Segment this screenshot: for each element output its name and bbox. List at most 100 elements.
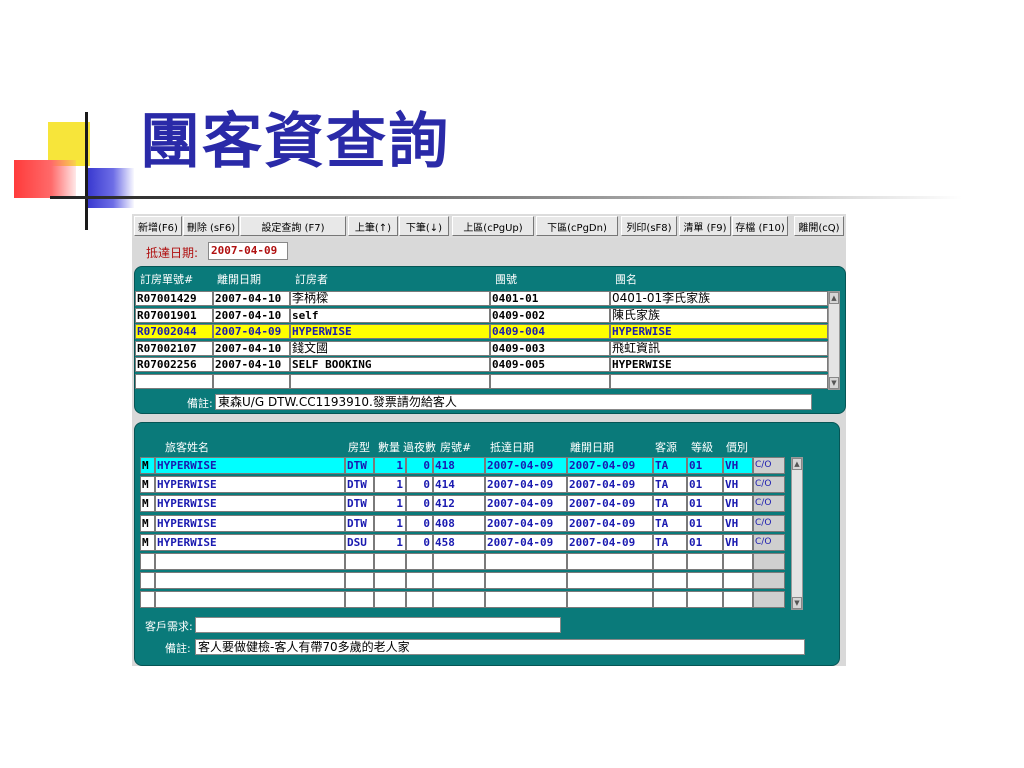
guest-name-cell[interactable]: [155, 591, 345, 608]
booking-no-cell[interactable]: R07001429: [135, 291, 213, 306]
room-type-cell[interactable]: DTW: [345, 476, 374, 493]
booker-cell[interactable]: 李柄樑: [290, 291, 490, 306]
rate-cell[interactable]: VH: [723, 476, 753, 493]
depart-date-cell[interactable]: 2007-04-09: [213, 324, 290, 339]
status-cell[interactable]: [753, 553, 785, 570]
booking-scrollbar[interactable]: ▲ ▼: [828, 291, 840, 390]
room-type-cell[interactable]: [345, 572, 374, 589]
status-cell[interactable]: C/O: [753, 495, 785, 512]
grade-cell[interactable]: 01: [687, 476, 723, 493]
group-name-cell[interactable]: HYPERWISE: [610, 324, 828, 339]
flag-cell[interactable]: M: [140, 534, 155, 551]
depart-date-cell[interactable]: 2007-04-09: [567, 457, 653, 474]
group-no-cell[interactable]: 0409-004: [490, 324, 610, 339]
source-cell[interactable]: TA: [653, 495, 687, 512]
booking-no-cell[interactable]: R07002256: [135, 357, 213, 372]
guest-name-cell[interactable]: [155, 553, 345, 570]
arrive-date-cell[interactable]: [485, 553, 567, 570]
depart-date-cell[interactable]: [567, 591, 653, 608]
page-up-button[interactable]: 上區(cPgUp): [452, 216, 534, 236]
group-no-cell[interactable]: 0409-005: [490, 357, 610, 372]
flag-cell[interactable]: M: [140, 495, 155, 512]
status-cell[interactable]: [753, 572, 785, 589]
qty-cell[interactable]: 1: [374, 515, 406, 532]
group-name-cell[interactable]: 0401-01李氏家族: [610, 291, 828, 306]
room-type-cell[interactable]: DTW: [345, 495, 374, 512]
room-no-cell[interactable]: [433, 553, 485, 570]
nights-cell[interactable]: 0: [406, 515, 433, 532]
arrive-date-cell[interactable]: 2007-04-09: [485, 457, 567, 474]
group-no-cell[interactable]: 0401-01: [490, 291, 610, 306]
flag-cell[interactable]: [140, 572, 155, 589]
booker-cell[interactable]: 錢文國: [290, 341, 490, 356]
qty-cell[interactable]: [374, 591, 406, 608]
rate-cell[interactable]: VH: [723, 495, 753, 512]
flag-cell[interactable]: M: [140, 457, 155, 474]
arrival-date-field[interactable]: 2007-04-09: [208, 242, 288, 260]
room-no-cell[interactable]: 408: [433, 515, 485, 532]
rate-cell[interactable]: [723, 591, 753, 608]
arrive-date-cell[interactable]: 2007-04-09: [485, 534, 567, 551]
arrive-date-cell[interactable]: 2007-04-09: [485, 495, 567, 512]
arrive-date-cell[interactable]: [485, 591, 567, 608]
grade-cell[interactable]: [687, 572, 723, 589]
room-type-cell[interactable]: DTW: [345, 457, 374, 474]
delete-button[interactable]: 刪除 (sF6): [183, 216, 239, 236]
depart-date-cell[interactable]: [567, 553, 653, 570]
source-cell[interactable]: [653, 591, 687, 608]
booker-cell[interactable]: [290, 374, 490, 389]
status-cell[interactable]: C/O: [753, 515, 785, 532]
page-down-button[interactable]: 下區(cPgDn): [536, 216, 618, 236]
room-no-cell[interactable]: [433, 572, 485, 589]
status-cell[interactable]: [753, 591, 785, 608]
booking-remark-field[interactable]: 東森U/G DTW.CC1193910.發票請勿給客人: [215, 394, 812, 410]
room-type-cell[interactable]: [345, 553, 374, 570]
grade-cell[interactable]: 01: [687, 457, 723, 474]
rate-cell[interactable]: [723, 553, 753, 570]
rate-cell[interactable]: VH: [723, 457, 753, 474]
source-cell[interactable]: [653, 553, 687, 570]
guest-name-cell[interactable]: [155, 572, 345, 589]
qty-cell[interactable]: 1: [374, 457, 406, 474]
room-type-cell[interactable]: DSU: [345, 534, 374, 551]
next-record-button[interactable]: 下筆(↓): [399, 216, 449, 236]
room-type-cell[interactable]: [345, 591, 374, 608]
nights-cell[interactable]: 0: [406, 476, 433, 493]
group-no-cell[interactable]: 0409-002: [490, 308, 610, 323]
clear-button[interactable]: 清單 (F9): [679, 216, 731, 236]
flag-cell[interactable]: M: [140, 476, 155, 493]
source-cell[interactable]: TA: [653, 515, 687, 532]
flag-cell[interactable]: M: [140, 515, 155, 532]
nights-cell[interactable]: [406, 591, 433, 608]
rate-cell[interactable]: [723, 572, 753, 589]
group-name-cell[interactable]: HYPERWISE: [610, 357, 828, 372]
depart-date-cell[interactable]: 2007-04-09: [567, 476, 653, 493]
guest-name-cell[interactable]: HYPERWISE: [155, 476, 345, 493]
qty-cell[interactable]: 1: [374, 495, 406, 512]
depart-date-cell[interactable]: 2007-04-09: [567, 495, 653, 512]
scroll-down-icon[interactable]: ▼: [792, 597, 802, 609]
rate-cell[interactable]: VH: [723, 534, 753, 551]
guest-name-cell[interactable]: HYPERWISE: [155, 534, 345, 551]
depart-date-cell[interactable]: 2007-04-10: [213, 357, 290, 372]
rate-cell[interactable]: VH: [723, 515, 753, 532]
nights-cell[interactable]: [406, 553, 433, 570]
grade-cell[interactable]: [687, 591, 723, 608]
qty-cell[interactable]: [374, 572, 406, 589]
booker-cell[interactable]: SELF BOOKING: [290, 357, 490, 372]
booking-no-cell[interactable]: R07002044: [135, 324, 213, 339]
booker-cell[interactable]: self: [290, 308, 490, 323]
room-no-cell[interactable]: 414: [433, 476, 485, 493]
booking-no-cell[interactable]: R07002107: [135, 341, 213, 356]
depart-date-cell[interactable]: [213, 374, 290, 389]
depart-date-cell[interactable]: [567, 572, 653, 589]
exit-button[interactable]: 離開(cQ): [794, 216, 844, 236]
guest-name-cell[interactable]: HYPERWISE: [155, 457, 345, 474]
scroll-up-icon[interactable]: ▲: [829, 292, 839, 304]
booker-cell[interactable]: HYPERWISE: [290, 324, 490, 339]
group-name-cell[interactable]: [610, 374, 828, 389]
depart-date-cell[interactable]: 2007-04-09: [567, 515, 653, 532]
depart-date-cell[interactable]: 2007-04-10: [213, 291, 290, 306]
qty-cell[interactable]: [374, 553, 406, 570]
qty-cell[interactable]: 1: [374, 476, 406, 493]
